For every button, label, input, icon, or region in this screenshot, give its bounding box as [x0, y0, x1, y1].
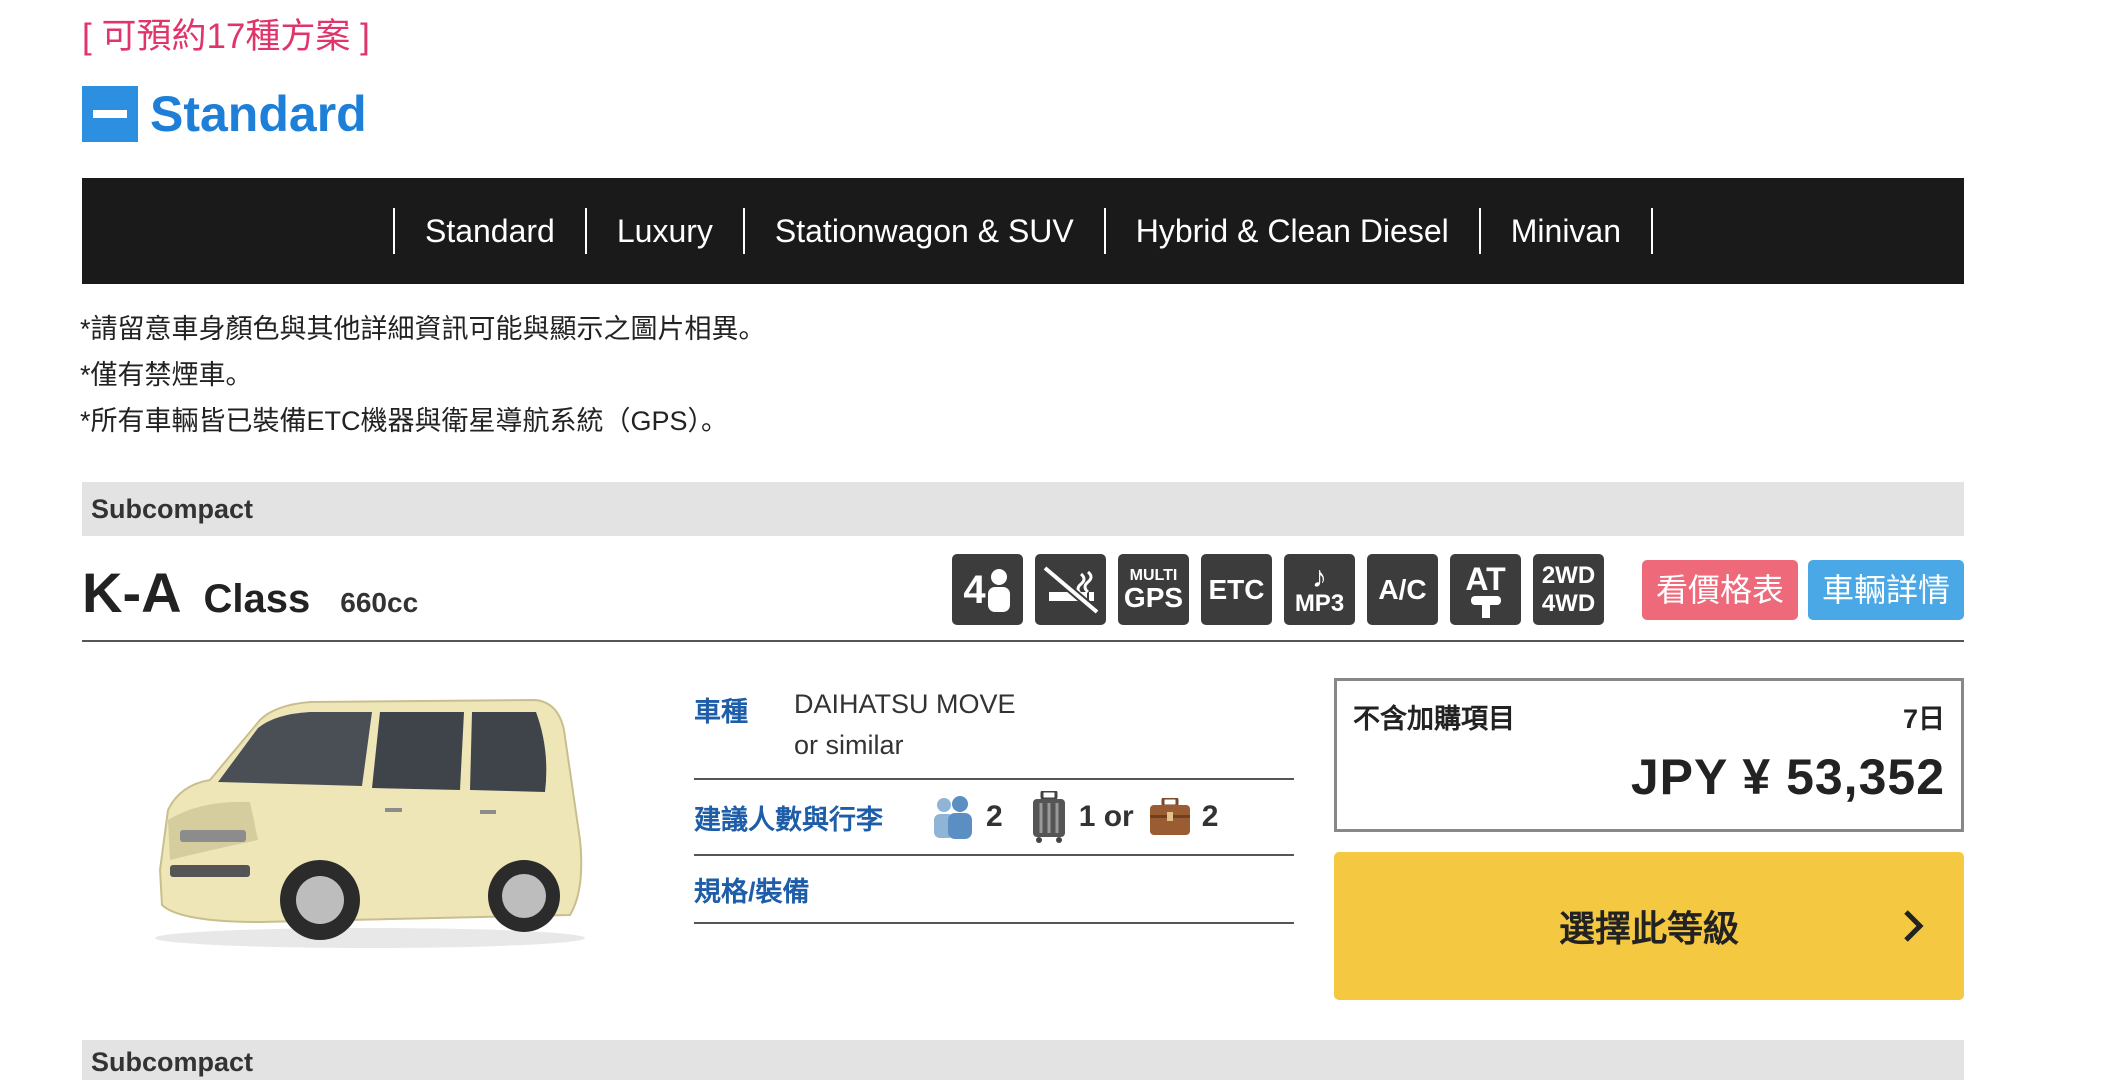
price-table-button[interactable]: 看價格表: [1641, 560, 1798, 620]
gps-icon: MULTI GPS: [1118, 554, 1189, 625]
engine-size: 660cc: [340, 587, 419, 618]
passenger-count: 2: [986, 800, 1003, 833]
ac-icon: A/C: [1367, 554, 1438, 625]
price-amount: JPY ¥ 53,352: [1630, 749, 1945, 805]
note-line: *請留意車身顏色與其他詳細資訊可能與顯示之圖片相異。: [80, 314, 766, 344]
car-actions: 看價格表 車輛詳情: [1641, 560, 1964, 620]
equipment-label[interactable]: 規格/裝備: [694, 870, 810, 909]
price-box-header: 不含加購項目 7日: [1353, 697, 1945, 736]
seats-count: 4: [963, 567, 986, 612]
large-bag-count: 1 or: [1078, 800, 1134, 833]
category-tab-stationwagon-suv[interactable]: Stationwagon & SUV: [742, 208, 1104, 254]
etc-icon: ETC: [1201, 554, 1272, 625]
ac-label: A/C: [1378, 573, 1427, 605]
note-line: *僅有禁煙車。: [80, 360, 253, 390]
drive-4wd-label: 4WD: [1541, 589, 1596, 617]
capacity-values: 2 1 or 2: [930, 791, 1244, 843]
category-tab-minivan[interactable]: Minivan: [1478, 208, 1654, 254]
class-code: K-A: [82, 561, 182, 624]
no-smoking-icon: [1035, 554, 1106, 625]
select-class-label[interactable]: 選擇此等級: [1559, 900, 1739, 952]
price-caption: 不含加購項目: [1353, 704, 1515, 734]
rental-days: 7日: [1902, 704, 1945, 734]
car-class-name: K-A Class 660cc: [82, 560, 418, 625]
small-bag-count: 2: [1201, 800, 1219, 833]
car-specs: 車種 DAIHATSU MOVE or similar 建議人數與行李 2 1 …: [694, 676, 1294, 924]
collapse-minus-icon[interactable]: [82, 86, 138, 142]
class-word: Class: [203, 577, 311, 621]
spec-row-capacity: 建議人數與行李 2 1 or 2: [694, 780, 1294, 856]
model-note: or similar: [794, 730, 904, 760]
capacity-label: 建議人數與行李: [694, 804, 883, 835]
spec-row-equipment[interactable]: 規格/裝備: [694, 856, 1294, 924]
mp3-label: MP3: [1294, 589, 1345, 617]
drive-type-icon: 2WD 4WD: [1533, 554, 1604, 625]
category-tab-hybrid[interactable]: Hybrid & Clean Diesel: [1103, 208, 1479, 254]
passengers-icon: [934, 796, 972, 839]
car-header: K-A Class 660cc 4 MULTI GPS ETC ♪ MP3 A/…: [82, 552, 1964, 642]
select-class-button[interactable]: 選擇此等級: [1334, 852, 1964, 1000]
model-value: DAIHATSU MOVE or similar: [794, 684, 1016, 766]
music-note-icon: ♪: [1312, 560, 1327, 594]
category-nav: Standard Luxury Stationwagon & SUV Hybri…: [82, 178, 1964, 284]
mp3-icon: ♪ MP3: [1284, 554, 1355, 625]
category-tab-standard[interactable]: Standard: [392, 208, 585, 254]
price-box: 不含加購項目 7日 JPY ¥ 53,352: [1334, 678, 1964, 832]
at-label: AT: [1465, 560, 1506, 597]
automatic-transmission-icon: AT: [1450, 554, 1521, 625]
availability-text: [ 可預約17種方案 ]: [82, 17, 370, 56]
section-header: Standard: [82, 86, 367, 142]
page: [ 可預約17種方案 ] Standard Standard Luxury St…: [0, 0, 2108, 1080]
car-details-button[interactable]: 車輛詳情: [1807, 560, 1964, 620]
seats-icon: 4: [952, 554, 1023, 625]
model-name: DAIHATSU MOVE: [794, 689, 1016, 719]
notes: *請留意車身顏色與其他詳細資訊可能與顯示之圖片相異。 *僅有禁煙車。 *所有車輛…: [80, 306, 766, 444]
class-band: Subcompact: [82, 482, 1964, 536]
model-label: 車種: [694, 697, 748, 727]
feature-icons: 4 MULTI GPS ETC ♪ MP3 A/C AT 2WD 4WD: [952, 554, 1604, 625]
spec-row-model: 車種 DAIHATSU MOVE or similar: [694, 676, 1294, 780]
class-band-next: Subcompact: [82, 1040, 1964, 1080]
car-image: [155, 698, 585, 948]
drive-2wd-label: 2WD: [1541, 561, 1596, 589]
section-title[interactable]: Standard: [150, 85, 367, 143]
category-tab-luxury[interactable]: Luxury: [584, 208, 743, 254]
gps-label: GPS: [1123, 581, 1184, 613]
person-icon: [987, 568, 1010, 612]
chevron-right-icon: [1904, 910, 1924, 942]
shift-lever-icon: [1470, 595, 1501, 618]
etc-label: ETC: [1208, 573, 1265, 605]
suitcase-icon: [1032, 791, 1065, 843]
briefcase-icon: [1149, 798, 1190, 835]
note-line: *所有車輛皆已裝備ETC機器與衛星導航系統（GPS）。: [80, 406, 729, 436]
